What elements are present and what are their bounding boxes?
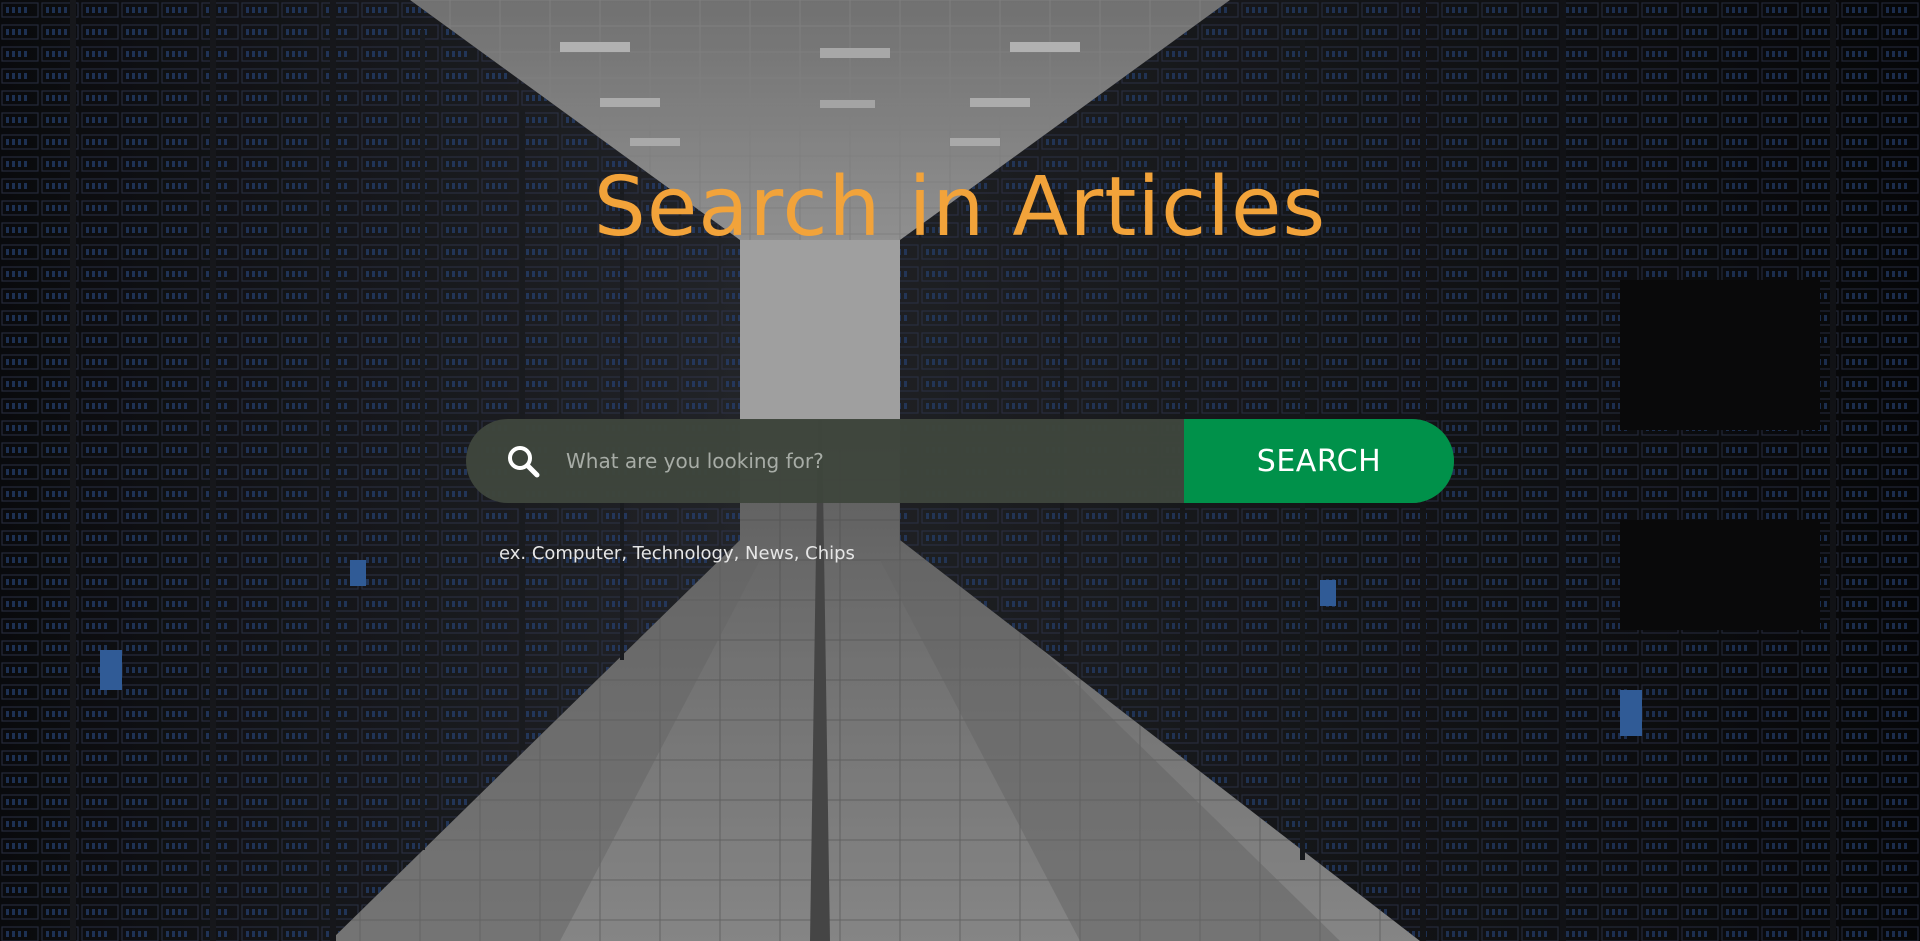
search-button[interactable]: SEARCH	[1184, 419, 1454, 503]
page-title: Search in Articles	[593, 160, 1327, 255]
search-examples-hint: ex. Computer, Technology, News, Chips	[499, 543, 855, 564]
search-form: SEARCH	[466, 419, 1454, 503]
hero-section: Search in Articles SEARCH ex. Computer, …	[0, 0, 1920, 941]
search-input[interactable]	[550, 419, 1184, 503]
search-icon[interactable]	[496, 419, 550, 503]
